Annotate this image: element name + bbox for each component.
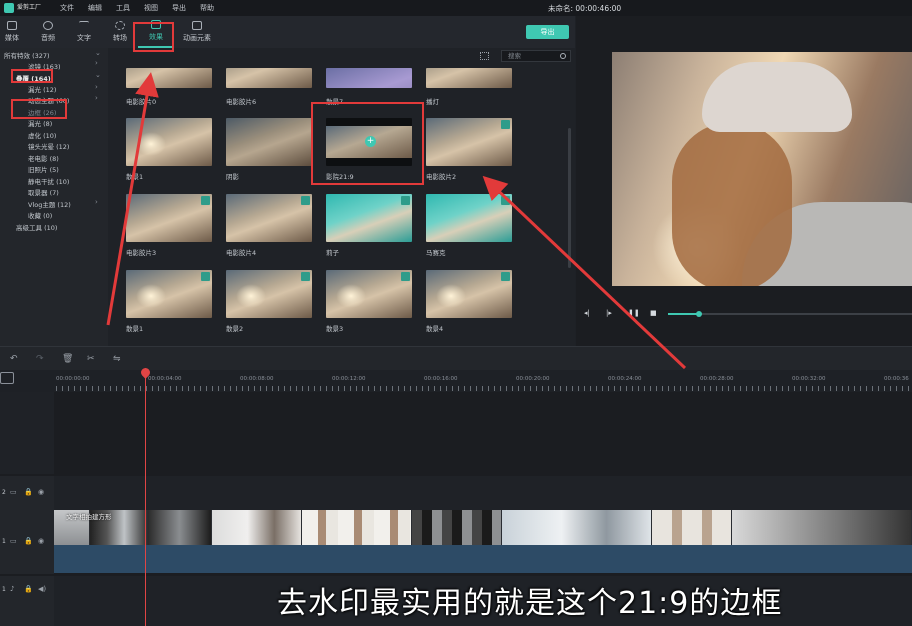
- arrow-to-cinema-effect: [482, 175, 687, 370]
- arrow-to-effects-tab: [106, 72, 159, 326]
- annotation-arrows: [106, 72, 687, 370]
